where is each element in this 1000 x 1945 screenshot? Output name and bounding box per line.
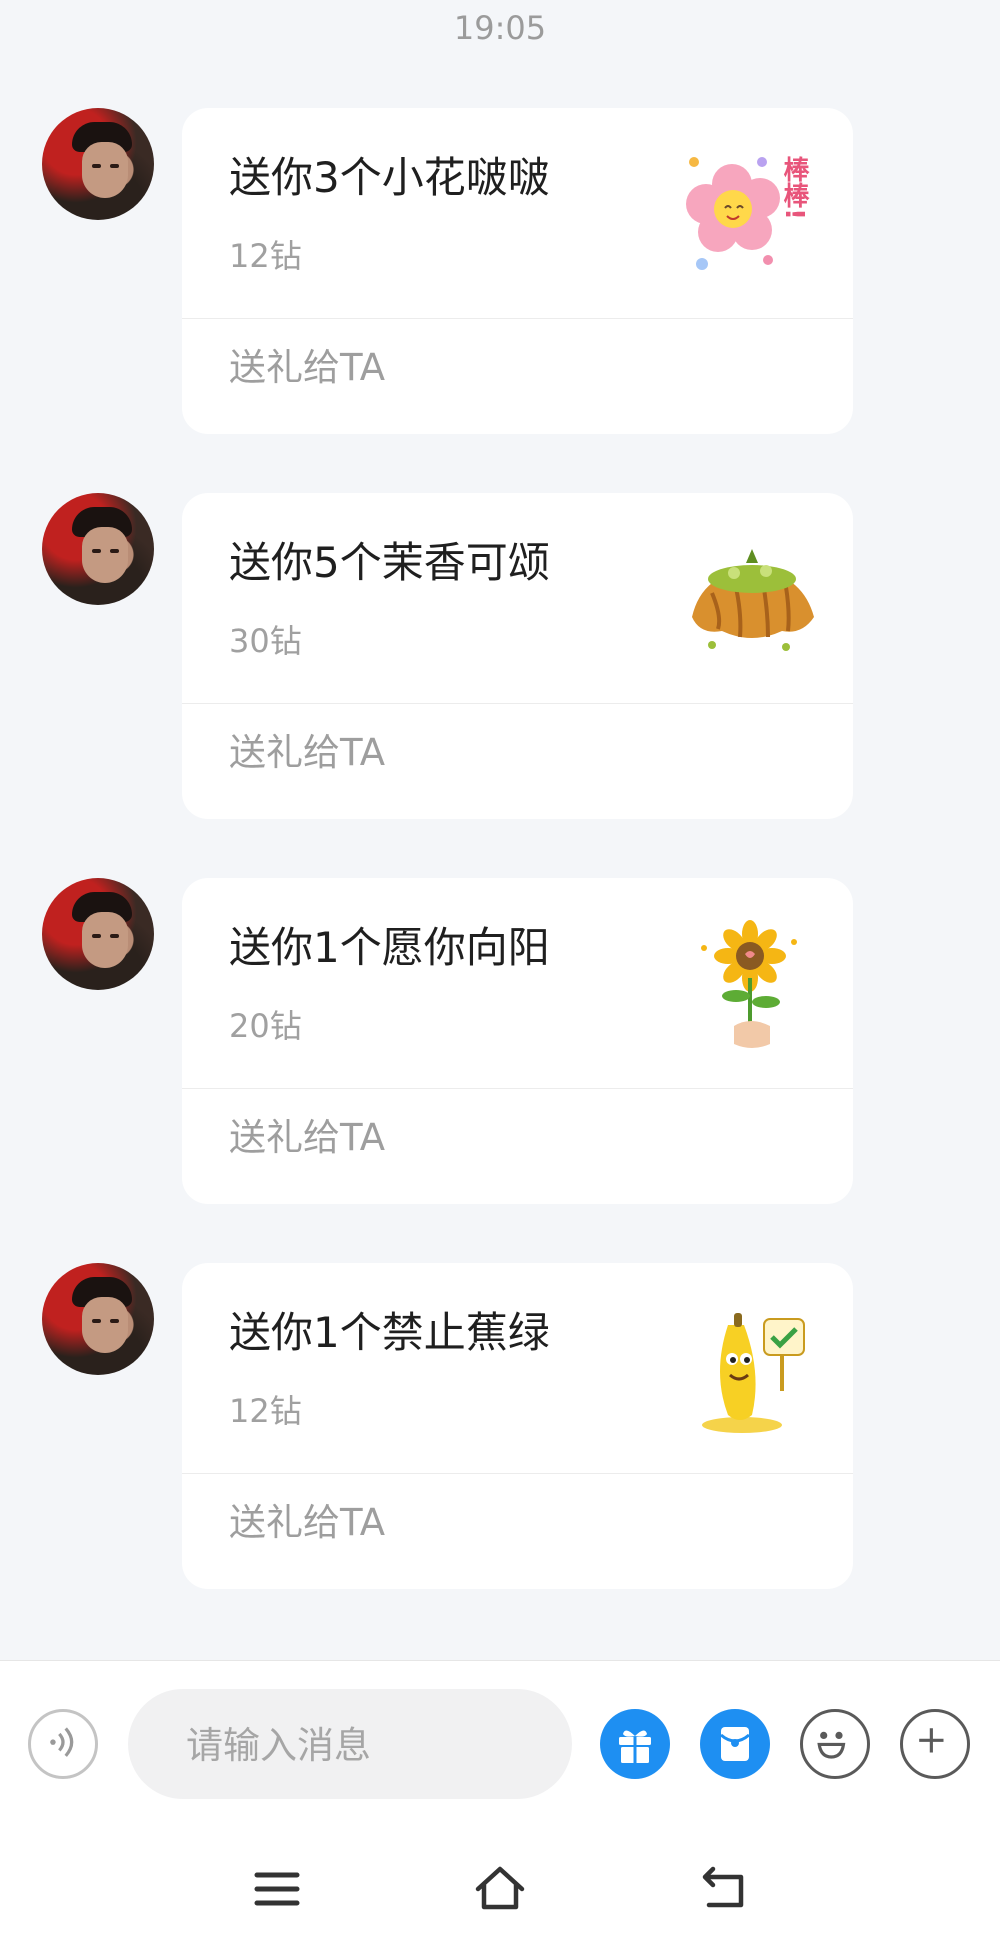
gift-title: 送你1个禁止蕉绿: [229, 1308, 550, 1357]
gift-title: 送你3个小花啵啵: [229, 153, 550, 202]
gift-price: 30钻: [229, 622, 302, 660]
avatar[interactable]: [42, 108, 154, 220]
gift-price: 12钻: [229, 237, 302, 275]
banana-sticker-icon: [702, 1313, 805, 1433]
menu-icon[interactable]: [247, 1859, 307, 1919]
gift-message: 送你3个小花啵啵 12钻 棒棒! 送礼给TA: [0, 108, 1000, 438]
avatar[interactable]: [42, 493, 154, 605]
send-gift-button[interactable]: 送礼给TA: [229, 1108, 385, 1168]
sticker-text: 棒棒!: [779, 156, 809, 220]
divider: [182, 703, 853, 704]
send-gift-button[interactable]: 送礼给TA: [229, 723, 385, 783]
avatar[interactable]: [42, 1263, 154, 1375]
voice-input-button[interactable]: [28, 1709, 98, 1779]
composer-bar: [0, 1660, 1000, 1945]
send-gift-button[interactable]: 送礼给TA: [229, 1493, 385, 1553]
croissant-sticker-icon: [692, 549, 814, 651]
gift-title: 送你1个愿你向阳: [229, 923, 550, 972]
gift-message: 送你5个茉香可颂 30钻 送礼给TA: [0, 493, 1000, 823]
message-input[interactable]: [184, 1689, 548, 1801]
more-options-button[interactable]: [900, 1709, 970, 1779]
message-timestamp: 19:05: [453, 9, 547, 47]
gift-card[interactable]: 送你5个茉香可颂 30钻 送礼给TA: [182, 493, 853, 819]
sunflower-sticker-icon: [701, 920, 797, 1048]
gift-message: 送你1个愿你向阳 20钻 送礼给TA: [0, 878, 1000, 1208]
message-input-container: [128, 1689, 572, 1801]
red-packet-button[interactable]: [700, 1709, 770, 1779]
gift-card[interactable]: 送你3个小花啵啵 12钻 棒棒! 送礼给TA: [182, 108, 853, 434]
emoji-button[interactable]: [800, 1709, 870, 1779]
gift-box-icon: [619, 1730, 651, 1763]
voice-wave-icon: [50, 1727, 74, 1757]
divider: [182, 1088, 853, 1089]
gift-card[interactable]: 送你1个禁止蕉绿 12钻 送礼给TA: [182, 1263, 853, 1589]
gift-card[interactable]: 送你1个愿你向阳 20钻 送礼给TA: [182, 878, 853, 1204]
gift-message: 送你1个禁止蕉绿 12钻 送礼给TA: [0, 1263, 1000, 1593]
divider: [182, 1473, 853, 1474]
divider: [182, 318, 853, 319]
avatar[interactable]: [42, 878, 154, 990]
smiley-face-icon: [817, 1731, 846, 1759]
send-gift-button[interactable]: 送礼给TA: [229, 338, 385, 398]
gift-price: 12钻: [229, 1392, 302, 1430]
pink-flower-sticker-icon: 棒棒!: [686, 156, 809, 270]
back-icon[interactable]: [693, 1859, 753, 1919]
home-icon[interactable]: [470, 1859, 530, 1919]
gift-price: 20钻: [229, 1007, 302, 1045]
red-packet-icon: [720, 1727, 750, 1761]
gift-title: 送你5个茉香可颂: [229, 538, 550, 587]
gift-button[interactable]: [600, 1709, 670, 1779]
plus-icon: [919, 1728, 944, 1753]
